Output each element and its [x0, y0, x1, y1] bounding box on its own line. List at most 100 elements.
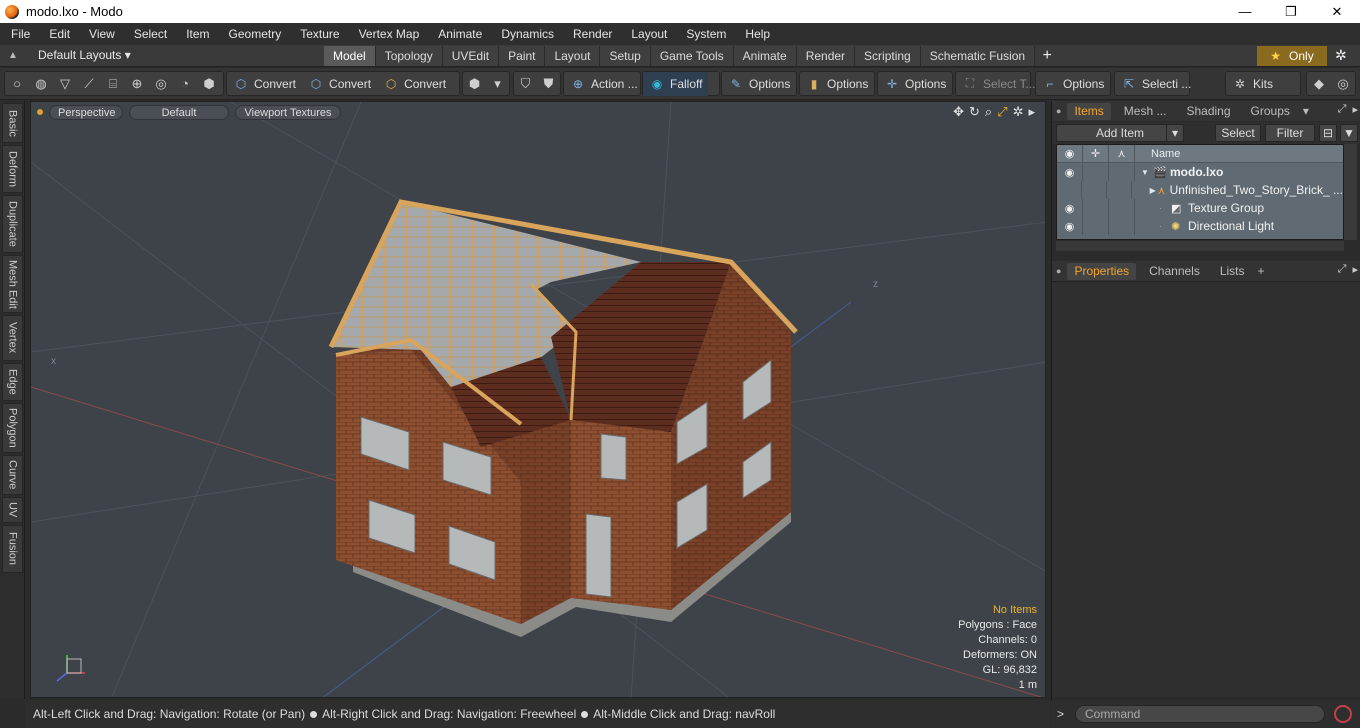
select-button[interactable]: Select — [1215, 124, 1261, 142]
close-button[interactable]: ✕ — [1314, 0, 1360, 23]
select-through-button[interactable]: ⛶ Select T... — [956, 72, 1041, 96]
collapsed-triangle-icon[interactable]: ▶ — [1150, 186, 1158, 195]
menu-view[interactable]: View — [78, 23, 123, 45]
tab-uvedit[interactable]: UVEdit — [442, 46, 500, 66]
viewport-gear-icon[interactable]: ✲ — [1013, 104, 1024, 120]
zoom-icon[interactable]: ⌕ — [985, 104, 992, 120]
vtab-duplicate[interactable]: Duplicate — [2, 195, 23, 253]
name-column-header[interactable]: Name — [1135, 148, 1180, 160]
panel-dot-icon[interactable]: ● — [1056, 106, 1061, 116]
list-item[interactable]: ▶ ⋏ Unfinished_Two_Story_Brick_ ... — [1057, 181, 1343, 199]
tab-shading[interactable]: Shading — [1179, 103, 1237, 120]
list-item[interactable]: ◉ · ✺ Directional Light — [1057, 217, 1343, 235]
collapse-arrow-icon[interactable]: ▲ — [8, 50, 22, 61]
add-panel-tab-plus-icon[interactable]: + — [1258, 264, 1265, 278]
viewport-menu-dot[interactable] — [37, 109, 43, 115]
tab-game-tools[interactable]: Game Tools — [650, 46, 734, 66]
funnel-filter-icon[interactable]: ▼ — [1340, 124, 1358, 142]
vtab-mesh-edit[interactable]: Mesh Edit — [2, 255, 23, 313]
item-mode-icon[interactable]: ⊕ — [125, 72, 149, 96]
tab-model[interactable]: Model — [324, 46, 376, 66]
viewport-more-arrow-icon[interactable]: ▸ — [1028, 104, 1035, 120]
kits-button[interactable]: ✲ Kits — [1226, 72, 1279, 96]
vtab-uv[interactable]: UV — [2, 497, 23, 523]
menu-animate[interactable]: Animate — [427, 23, 490, 45]
options-button-4[interactable]: ⌐ Options — [1036, 72, 1110, 96]
menu-render[interactable]: Render — [562, 23, 620, 45]
convert-button-2[interactable]: ⬡ Convert — [302, 72, 377, 96]
maximize-button[interactable]: ❐ — [1268, 0, 1314, 23]
chevron-down-icon[interactable]: ▾ — [486, 72, 509, 96]
tab-render[interactable]: Render — [796, 46, 856, 66]
falloff-button[interactable]: ◉ Falloff — [643, 71, 709, 96]
panel-arrow-icon[interactable]: ▸ — [1352, 263, 1358, 276]
vtab-edge[interactable]: Edge — [2, 363, 23, 401]
vtab-deform[interactable]: Deform — [2, 145, 23, 193]
tab-groups[interactable]: Groups — [1244, 103, 1297, 120]
record-macro-icon[interactable] — [1334, 705, 1352, 723]
menu-dynamics[interactable]: Dynamics — [490, 23, 562, 45]
eye-icon[interactable]: ◉ — [1057, 199, 1083, 217]
lock-column-icon[interactable]: ✛ — [1083, 144, 1109, 163]
3d-viewport[interactable]: x z Perspective Default Viewport Texture… — [30, 101, 1046, 698]
vtab-fusion[interactable]: Fusion — [2, 525, 23, 573]
vtab-curve[interactable]: Curve — [2, 455, 23, 495]
menu-file[interactable]: File — [0, 23, 38, 45]
panel-arrow-icon[interactable]: ▸ — [1352, 103, 1358, 116]
filter-button[interactable]: Filter — [1265, 124, 1315, 142]
vtab-basic[interactable]: Basic — [2, 103, 23, 143]
options-button-2[interactable]: ▮ Options — [800, 72, 874, 96]
list-item[interactable]: ◉ · ◩ Texture Group — [1057, 199, 1343, 217]
tab-lists[interactable]: Lists — [1213, 263, 1252, 280]
fit-icon[interactable]: ⤢ — [997, 104, 1007, 120]
menu-vertex-map[interactable]: Vertex Map — [348, 23, 428, 45]
menu-texture[interactable]: Texture — [289, 23, 347, 45]
gear-icon[interactable]: ✲ — [1335, 47, 1347, 64]
eye-icon[interactable]: ◉ — [1057, 163, 1083, 181]
tab-paint[interactable]: Paint — [499, 46, 546, 66]
vtab-vertex[interactable]: Vertex — [2, 315, 23, 361]
menu-edit[interactable]: Edit — [38, 23, 78, 45]
material-mode-icon[interactable]: ◎ — [149, 72, 173, 96]
menu-select[interactable]: Select — [123, 23, 175, 45]
shield-icon[interactable]: ⛉ — [514, 72, 537, 96]
tab-items[interactable]: Items — [1067, 102, 1111, 120]
rotate-icon[interactable]: ↻ — [969, 104, 980, 120]
options-button-3[interactable]: ✛ Options — [878, 72, 952, 96]
add-item-chevron-down-icon[interactable]: ▾ — [1166, 124, 1184, 142]
snap-cube-icon[interactable]: ⬢ — [463, 72, 486, 96]
expand-panel-icon[interactable]: ⤢ — [1338, 263, 1347, 276]
tab-mesh[interactable]: Mesh ... — [1117, 103, 1174, 120]
perspective-dropdown[interactable]: Perspective — [49, 104, 123, 120]
menu-system[interactable]: System — [675, 23, 734, 45]
tab-setup[interactable]: Setup — [600, 46, 651, 66]
convert-button-3[interactable]: ⬡ Convert — [377, 72, 452, 96]
menu-layout[interactable]: Layout — [620, 23, 675, 45]
tab-layout[interactable]: Layout — [545, 46, 601, 66]
add-tab-plus-icon[interactable]: + — [1035, 46, 1059, 66]
pivot-mode-icon[interactable]: ◔ — [173, 72, 197, 96]
edge-mode-icon[interactable]: ⟋ — [77, 72, 101, 96]
shield-star-icon[interactable]: ⛊ — [537, 72, 560, 96]
default-layouts-dropdown[interactable]: ▲ Default Layouts ▾ — [8, 48, 131, 62]
locator-column-icon[interactable]: ⋏ — [1109, 144, 1135, 163]
options-button-1[interactable]: ✎ Options — [722, 72, 796, 96]
convert-button-1[interactable]: ⬡ Convert — [227, 72, 302, 96]
tab-scripting[interactable]: Scripting — [855, 46, 921, 66]
item-list-scrollbar[interactable] — [1344, 144, 1357, 240]
tab-channels[interactable]: Channels — [1142, 263, 1207, 280]
circle-select-icon[interactable]: ○ — [5, 72, 29, 96]
expand-panel-icon[interactable]: ⤢ — [1338, 103, 1347, 116]
command-input[interactable]: Command — [1075, 705, 1325, 723]
polygon-mode-icon[interactable]: ⌸ — [101, 72, 125, 96]
tab-topology[interactable]: Topology — [375, 46, 443, 66]
cube-icon[interactable]: ⬢ — [197, 72, 221, 96]
menu-item[interactable]: Item — [175, 23, 217, 45]
tabs-overflow-chevron-icon[interactable]: ▾ — [1303, 104, 1309, 118]
unity-icon[interactable]: ◆ — [1307, 72, 1331, 96]
minimize-button[interactable]: — — [1222, 0, 1268, 23]
eye-icon[interactable]: ◉ — [1057, 217, 1083, 235]
only-toggle-button[interactable]: ★ Only — [1257, 46, 1327, 66]
panel-dot-icon[interactable]: ● — [1056, 266, 1061, 276]
expand-triangle-icon[interactable]: ▼ — [1141, 168, 1153, 177]
